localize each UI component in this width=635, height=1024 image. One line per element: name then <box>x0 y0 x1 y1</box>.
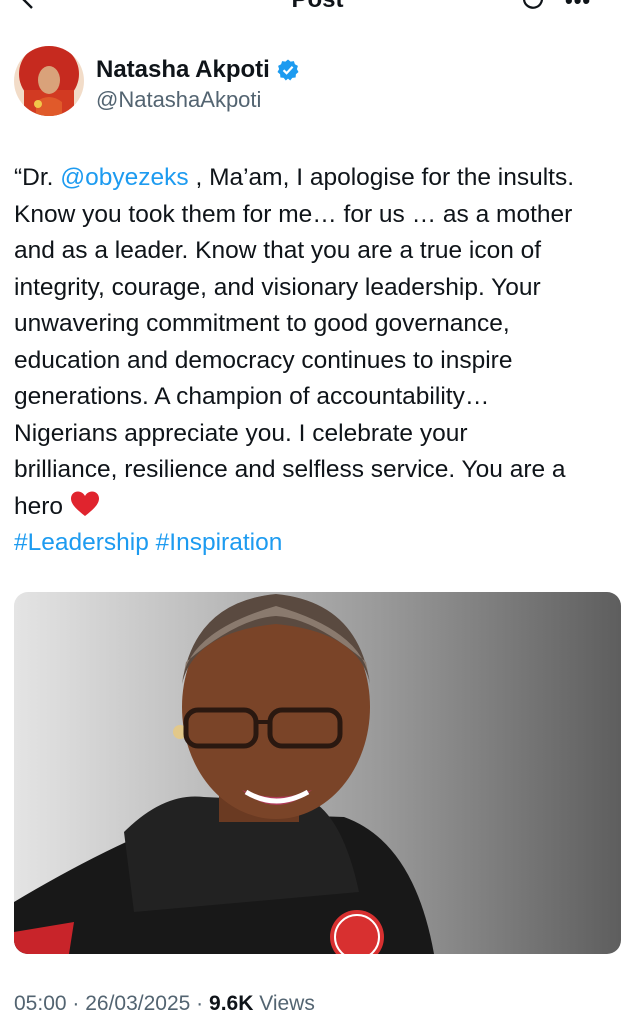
meta-separator: · <box>190 992 210 1015</box>
top-bar: Post ••• <box>0 0 635 22</box>
tweet-line: generations. A champion of accountabilit… <box>14 383 490 410</box>
author-name[interactable]: Natasha Akpoti <box>96 56 270 84</box>
hashtag-link[interactable]: #Leadership <box>14 529 149 556</box>
reply-refresh-icon[interactable] <box>520 0 546 12</box>
red-heart-icon <box>70 491 99 516</box>
tweet-metadata: 05:00 · 26/03/2025 · 9.6K Views <box>14 991 315 1017</box>
tweet-text: “Dr. @obyezeks , Ma’am, I apologise for … <box>14 160 622 562</box>
hashtag-link[interactable]: #Inspiration <box>156 529 283 556</box>
tweet-line: integrity, courage, and visionary leader… <box>14 273 541 301</box>
avatar[interactable] <box>14 46 84 116</box>
post-date: 26/03/2025 <box>85 992 191 1015</box>
post-time: 05:00 <box>14 992 67 1015</box>
views-label: Views <box>253 992 315 1015</box>
tweet-line: education and democracy continues to ins… <box>14 346 513 374</box>
tweet-text-segment: hero <box>14 492 70 520</box>
tweet-line: unwavering commitment to good governance… <box>14 310 510 337</box>
tweet-line: Know you took them for me… for us … as a… <box>14 200 573 228</box>
tweet-line: #Leadership #Inspiration <box>14 525 622 562</box>
author-name-row: Natasha Akpoti <box>96 56 300 84</box>
meta-separator: · <box>66 992 86 1015</box>
views-count[interactable]: 9.6K <box>209 992 253 1015</box>
tweet-text-segment: “Dr. <box>14 164 61 191</box>
tweet-line: Nigerians appreciate you. I celebrate yo… <box>14 419 468 447</box>
tweet-line: “Dr. @obyezeks , Ma’am, I apologise for … <box>14 160 622 197</box>
tweet-line: brilliance, resilience and selfless serv… <box>14 456 566 483</box>
tweet-line: hero <box>14 489 622 526</box>
mention-link[interactable]: @obyezeks <box>60 164 188 191</box>
more-icon[interactable]: ••• <box>565 0 591 14</box>
verified-badge-icon <box>277 59 299 81</box>
tweet-photo[interactable] <box>14 592 621 954</box>
tweet-text-segment: , Ma’am, I apologise for the insults. <box>188 164 575 191</box>
author-handle[interactable]: @NatashaAkpoti <box>96 87 261 113</box>
tweet-line: and as a leader. Know that you are a tru… <box>14 237 542 264</box>
